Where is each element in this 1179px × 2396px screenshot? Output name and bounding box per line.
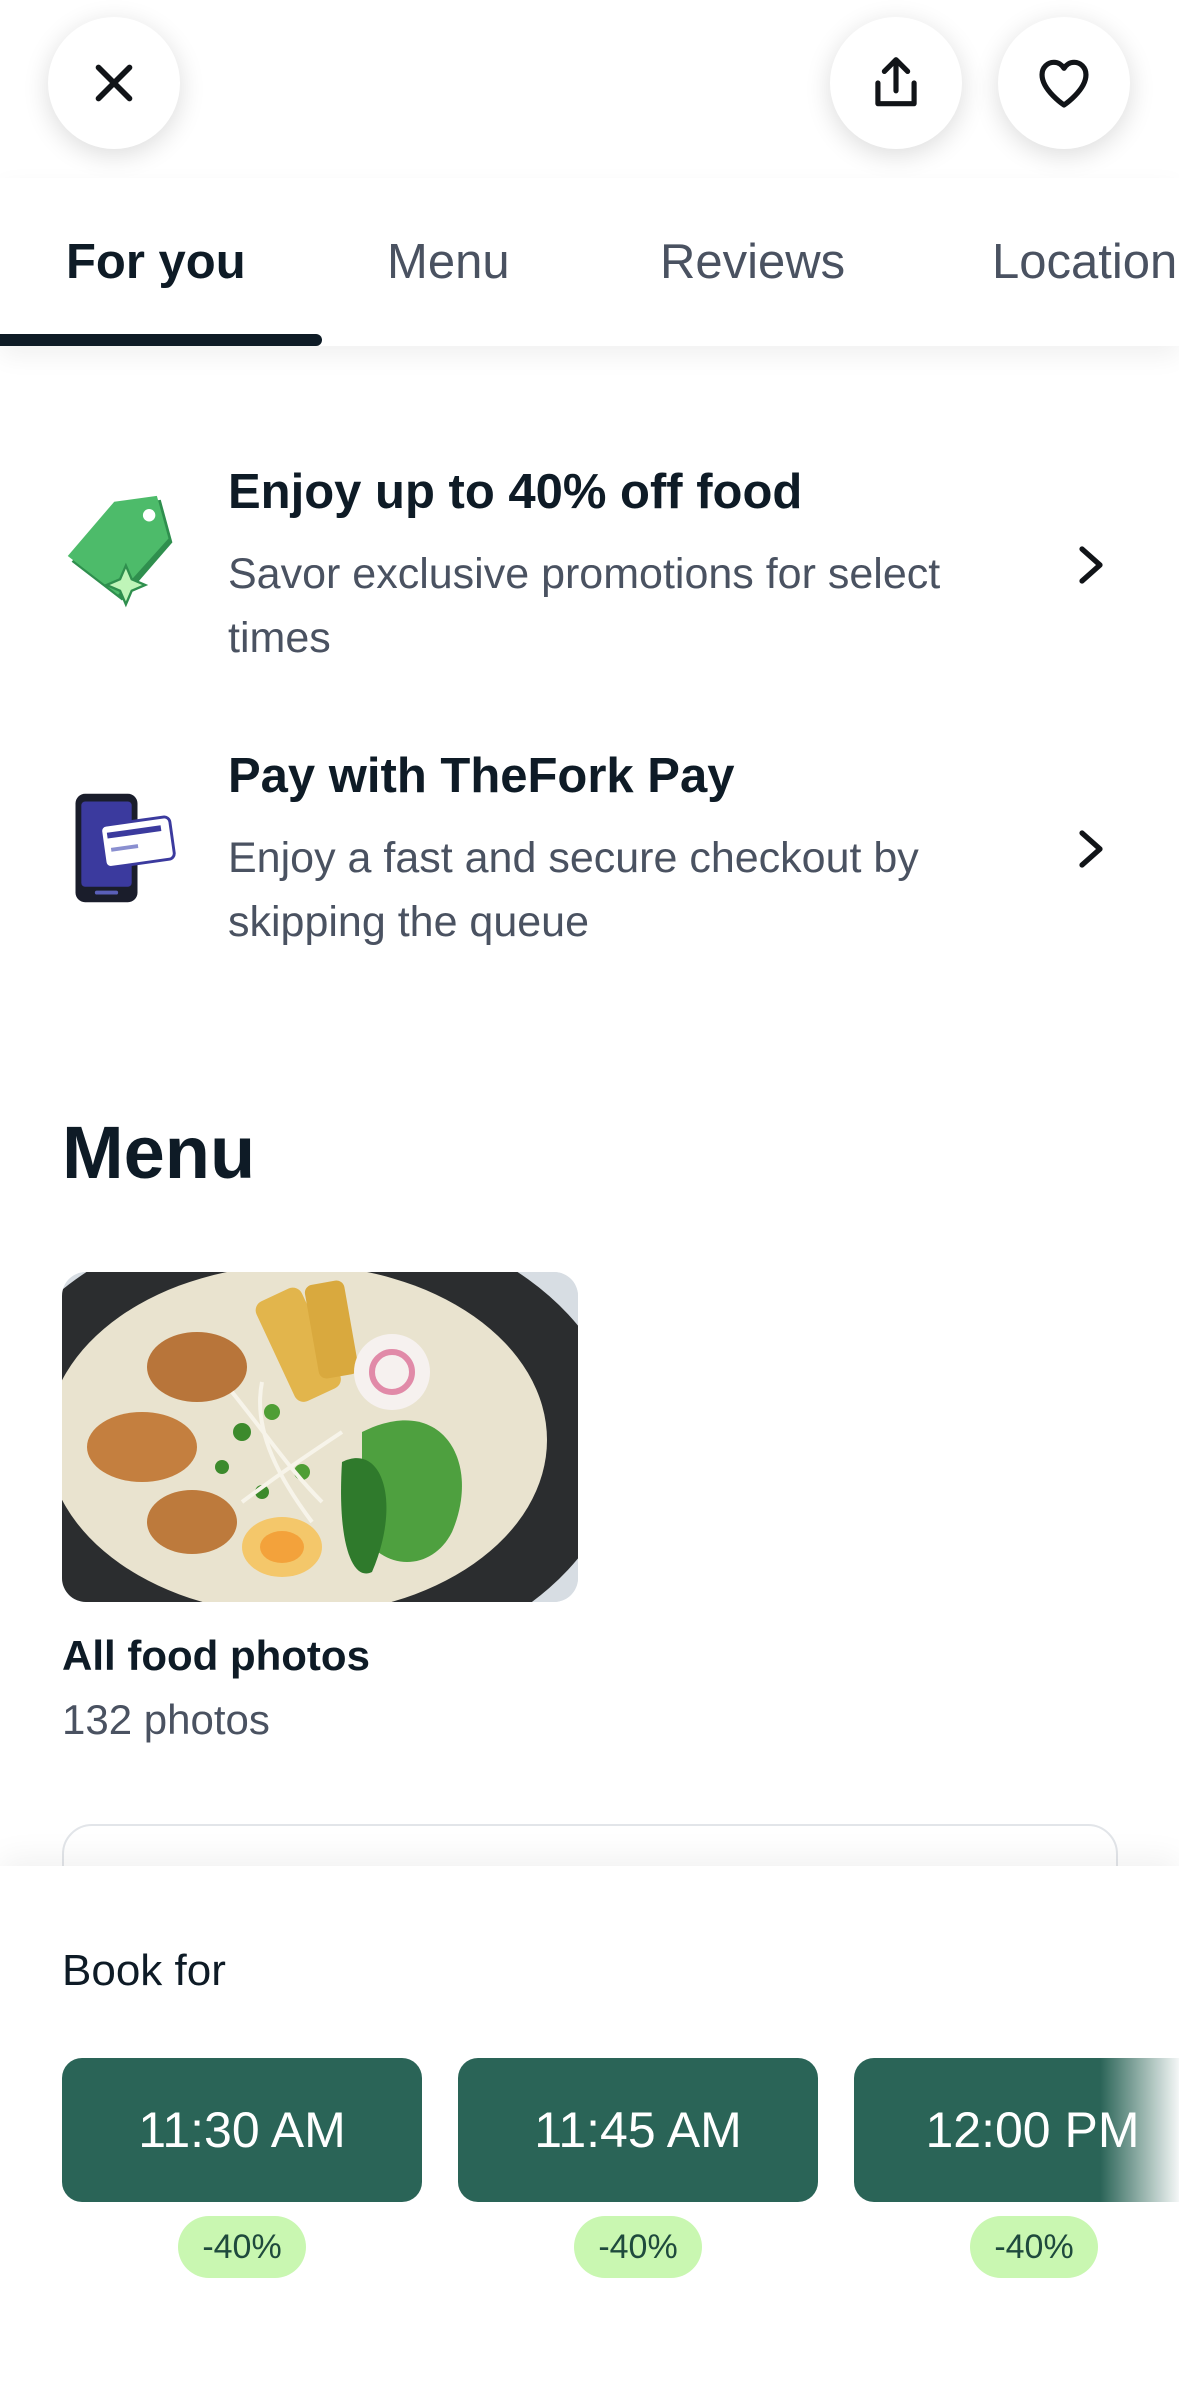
promo-description: Enjoy a fast and secure checkout by skip…: [228, 834, 919, 946]
tab-location[interactable]: Location: [992, 178, 1177, 346]
booking-sheet: Book for 11:30 AM -40% 11:45 AM -40% 12:…: [0, 1866, 1179, 2396]
food-photos-title: All food photos: [62, 1632, 370, 1679]
share-icon: [875, 57, 917, 107]
discount-badge: -40%: [574, 2216, 702, 2278]
phone-card-icon: [75, 793, 176, 903]
ramen-bowl-image: [62, 1272, 578, 1602]
active-tab-indicator: [0, 334, 322, 346]
promo-title: Enjoy up to 40% off food: [228, 465, 803, 519]
discount-badge: -40%: [970, 2216, 1098, 2278]
chevron-right-icon: [1079, 546, 1103, 584]
top-bar: [0, 0, 1179, 178]
price-tag-icon: [67, 495, 173, 608]
promo-description: Savor exclusive promotions for select ti…: [228, 550, 941, 662]
tab-menu[interactable]: Menu: [387, 178, 510, 346]
tab-reviews[interactable]: Reviews: [660, 178, 845, 346]
food-photo-thumbnail[interactable]: [62, 1272, 578, 1602]
section-tabs: For you Menu Reviews Location: [0, 178, 1179, 346]
close-icon: [95, 64, 133, 102]
close-button[interactable]: [48, 17, 180, 149]
favorite-button[interactable]: [998, 17, 1130, 149]
discount-badge: -40%: [178, 2216, 306, 2278]
share-button[interactable]: [830, 17, 962, 149]
tab-for-you[interactable]: For you: [66, 178, 246, 346]
food-photos-count: 132 photos: [62, 1696, 270, 1743]
promo-title: Pay with TheFork Pay: [228, 749, 735, 803]
time-slot-button[interactable]: 11:45 AM: [458, 2058, 818, 2202]
time-slot-button[interactable]: 11:30 AM: [62, 2058, 422, 2202]
book-for-label: Book for: [62, 1946, 226, 1995]
heart-icon: [1039, 59, 1089, 108]
promo-discount-row[interactable]: Enjoy up to 40% off food Savor exclusive…: [0, 448, 1179, 688]
menu-section-title: Menu: [62, 1111, 256, 1194]
promo-thefork-pay-row[interactable]: Pay with TheFork Pay Enjoy a fast and se…: [0, 732, 1179, 972]
chevron-right-icon: [1079, 830, 1103, 868]
scroll-fade: [1100, 2058, 1179, 2202]
